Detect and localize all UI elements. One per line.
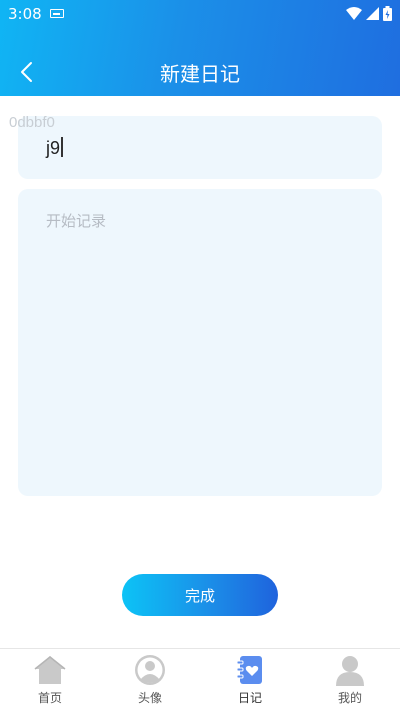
- tab-profile-label: 我的: [337, 691, 362, 705]
- diary-icon: [233, 653, 267, 687]
- page-title: 新建日记: [160, 62, 240, 86]
- tab-avatar-label: 头像: [137, 691, 162, 705]
- profile-icon: [333, 653, 367, 687]
- status-icons: [346, 5, 392, 21]
- done-button[interactable]: 完成: [122, 574, 278, 616]
- header-bar: 3:08 新建日记: [0, 0, 400, 96]
- tab-profile[interactable]: 我的: [300, 649, 400, 712]
- diary-title-text: j9: [46, 138, 61, 158]
- avatar-icon: [133, 653, 167, 687]
- status-time: 3:08: [8, 5, 42, 23]
- content-placeholder: 开始记录: [46, 212, 107, 230]
- debug-color-text: 0dbbf0: [9, 114, 55, 131]
- diary-content-input[interactable]: 开始记录: [18, 189, 382, 496]
- tab-home[interactable]: 首页: [0, 649, 100, 712]
- tab-diary-label: 日记: [237, 691, 262, 705]
- tab-diary[interactable]: 日记: [200, 649, 300, 712]
- diary-title-value[interactable]: j9: [46, 137, 63, 159]
- wifi-icon: [346, 6, 362, 20]
- bottom-tab-bar: 首页 头像 日记 我的: [0, 648, 400, 712]
- tab-home-label: 首页: [37, 691, 62, 705]
- keyboard-icon: [50, 9, 64, 18]
- signal-icon: [366, 6, 379, 20]
- status-bar: 3:08: [0, 0, 400, 28]
- tab-avatar[interactable]: 头像: [100, 649, 200, 712]
- battery-icon: [383, 5, 392, 21]
- text-caret: [61, 137, 63, 157]
- home-icon: [33, 653, 67, 687]
- diary-title-input[interactable]: j9: [18, 116, 382, 179]
